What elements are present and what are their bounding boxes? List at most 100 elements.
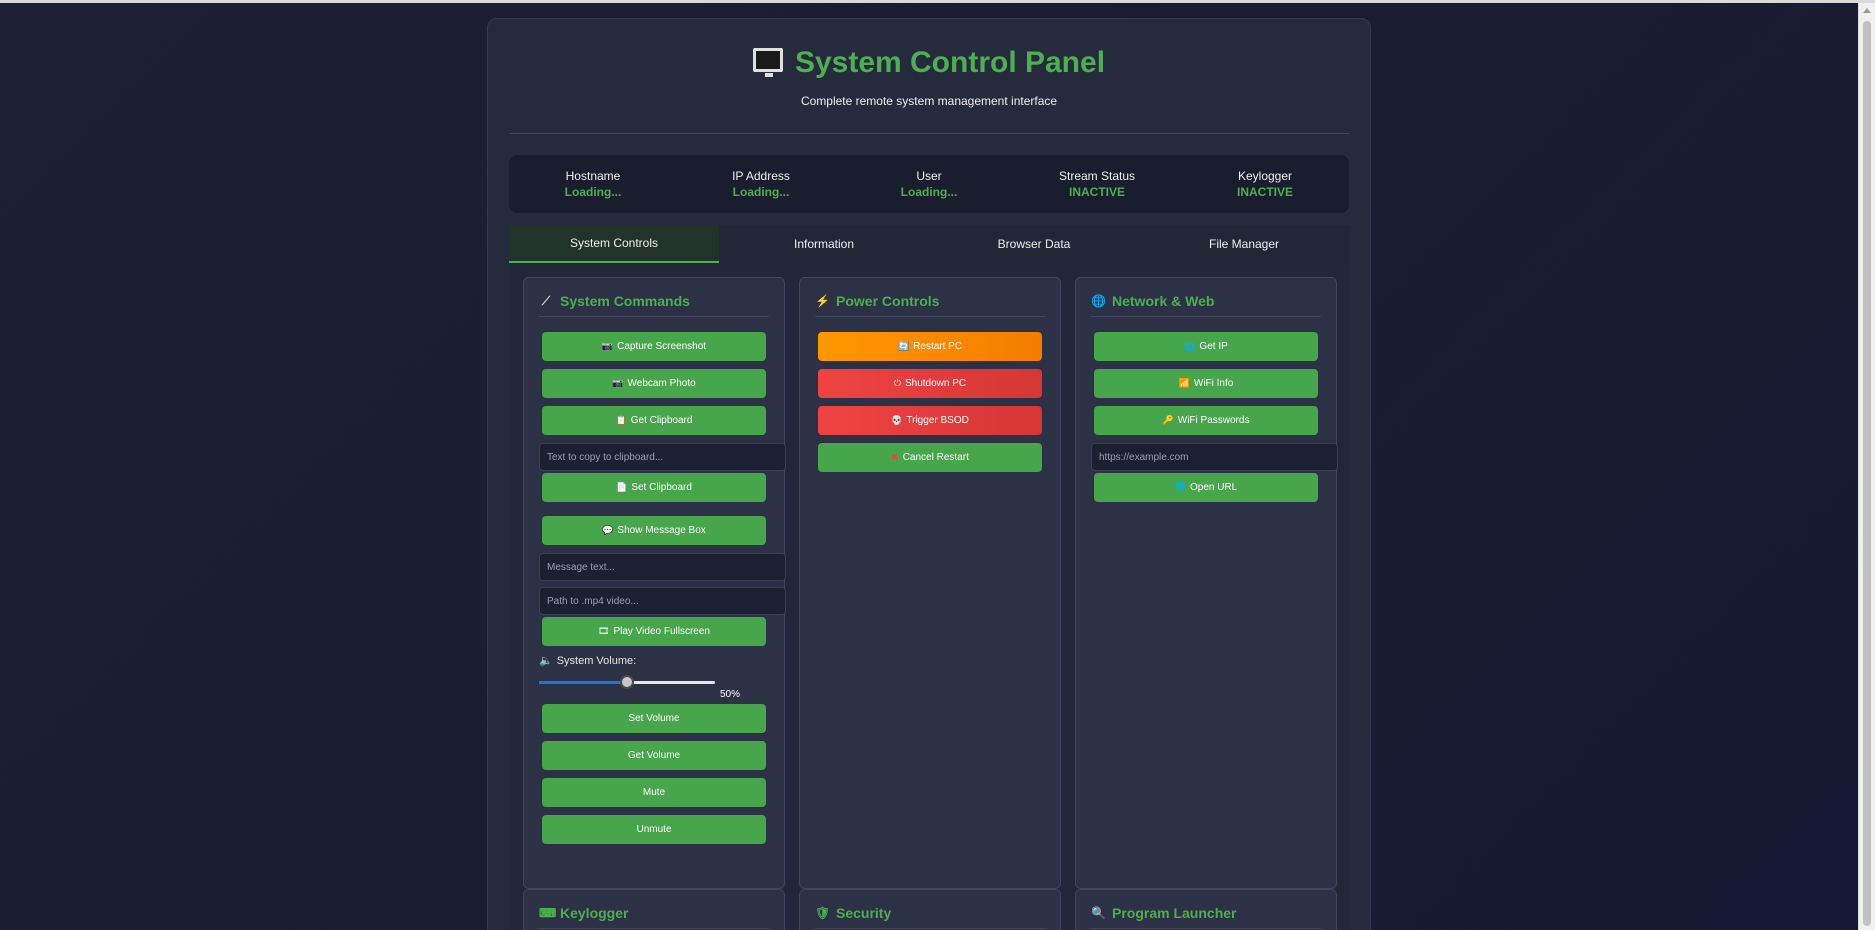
button-label: Capture Screenshot — [617, 341, 707, 352]
tab-browser-data[interactable]: Browser Data — [929, 225, 1139, 263]
status-label: Stream Status — [1058, 169, 1136, 183]
capture-screenshot-button[interactable]: 📷 Capture Screenshot — [542, 332, 766, 361]
status-label: User — [916, 169, 942, 183]
card-title-text: Program Launcher — [1112, 905, 1237, 921]
document-icon: 📄 — [616, 482, 628, 492]
set-clipboard-button[interactable]: 📄 Set Clipboard — [542, 473, 766, 502]
play-video-button[interactable]: 🎞 Play Video Fullscreen — [542, 617, 766, 646]
security-card: 🛡 Security — [799, 889, 1061, 930]
button-label: Set Clipboard — [631, 482, 692, 493]
globe-icon: 🌐 — [1174, 482, 1186, 492]
keylogger-title: ⌨ Keylogger — [539, 890, 769, 929]
globe-icon: 🌐 — [1184, 341, 1196, 351]
show-message-box-button[interactable]: 💬 Show Message Box — [542, 516, 766, 545]
power-controls-card: ⚡ Power Controls 🔄 Restart PC ⏻ Shutdown P… — [799, 277, 1061, 889]
power-controls-title: ⚡ Power Controls — [815, 278, 1045, 317]
button-label: Restart PC — [913, 341, 963, 352]
volume-slider-fill — [539, 681, 627, 684]
button-label: Open URL — [1189, 482, 1238, 493]
scroll-up-arrow-icon[interactable] — [1863, 8, 1871, 13]
status-value: Loading... — [732, 185, 790, 199]
page-subtitle: Complete remote system management interf… — [800, 94, 1058, 108]
signal-icon: 📶 — [1178, 378, 1190, 388]
tab-bar: System Controls Information Browser Data… — [509, 225, 1349, 263]
browser-top-strip — [0, 0, 1875, 3]
system-commands-title: ⟋ System Commands — [539, 278, 769, 317]
network-web-card: 🌐 Network & Web 🌐 Get IP 📶 WiFi Info 🔑 WiFi… — [1075, 277, 1338, 889]
status-value: Loading... — [900, 185, 958, 199]
card-title-text: Security — [836, 905, 892, 921]
button-label: Play Video Fullscreen — [613, 626, 710, 637]
film-icon: 🎞 — [598, 626, 610, 636]
volume-slider-handle[interactable] — [620, 675, 634, 689]
status-ip-address: IP Address Loading... — [679, 169, 843, 199]
get-ip-button[interactable]: 🌐 Get IP — [1094, 332, 1318, 361]
scrollbar-thumb[interactable] — [1863, 21, 1871, 926]
monitor-icon — [752, 48, 783, 77]
status-stream: Stream Status INACTIVE — [1015, 169, 1179, 199]
button-label: WiFi Passwords — [1177, 415, 1250, 426]
skull-icon: 💀 — [891, 415, 903, 425]
volume-label: 🔈 System Volume: — [539, 654, 769, 668]
button-label: WiFi Info — [1193, 378, 1234, 389]
card-title-text: Network & Web — [1112, 293, 1215, 309]
status-bar: Hostname Loading... IP Address Loading..… — [509, 155, 1349, 213]
wifi-info-button[interactable]: 📶 WiFi Info — [1094, 369, 1318, 398]
set-volume-button[interactable]: Set Volume — [542, 704, 766, 733]
trigger-bsod-button[interactable]: 💀 Trigger BSOD — [818, 406, 1042, 435]
cross-icon: ✖ — [891, 452, 899, 462]
program-launcher-title: 🔍 Program Launcher — [1091, 890, 1321, 929]
page-title: System Control Panel — [752, 46, 1105, 80]
keylogger-card: ⌨ Keylogger — [523, 889, 785, 930]
lightning-icon: ⚡ — [815, 294, 830, 308]
camera-icon: 📷 — [601, 341, 614, 351]
clipboard-text-input[interactable]: Text to copy to clipboard... — [539, 443, 786, 471]
unmute-button[interactable]: Unmute — [542, 815, 766, 844]
button-label: Webcam Photo — [627, 378, 696, 389]
cancel-restart-button[interactable]: ✖ Cancel Restart — [818, 443, 1042, 472]
power-icon: ⏻ — [893, 378, 901, 388]
tab-file-manager[interactable]: File Manager — [1139, 225, 1349, 263]
network-web-title: 🌐 Network & Web — [1091, 278, 1321, 317]
globe-icon: 🌐 — [1091, 294, 1106, 308]
button-label: Cancel Restart — [902, 452, 969, 463]
get-volume-button[interactable]: Get Volume — [542, 741, 766, 770]
control-panel: System Control Panel Complete remote sys… — [487, 18, 1371, 930]
open-url-button[interactable]: 🌐 Open URL — [1094, 473, 1318, 502]
wifi-passwords-button[interactable]: 🔑 WiFi Passwords — [1094, 406, 1318, 435]
volume-slider[interactable] — [539, 675, 715, 689]
status-value: INACTIVE — [1068, 185, 1125, 199]
message-icon: 💬 — [602, 525, 614, 535]
get-clipboard-button[interactable]: 📋 Get Clipboard — [542, 406, 766, 435]
status-value: Loading... — [564, 185, 622, 199]
message-text-input[interactable]: Message text... — [539, 553, 786, 581]
system-commands-card: ⟋ System Commands 📷 Capture Screenshot 📷 W… — [523, 277, 786, 889]
button-label: Get IP — [1199, 341, 1228, 352]
card-title-text: System Commands — [560, 293, 690, 309]
tab-system-controls[interactable]: System Controls — [509, 225, 719, 263]
program-launcher-card: 🔍 Program Launcher — [1075, 889, 1337, 930]
camera-icon: 📷 — [612, 378, 624, 388]
clipboard-icon: 📋 — [615, 415, 627, 425]
volume-label-text: System Volume: — [556, 654, 637, 667]
video-path-input[interactable]: Path to .mp4 video... — [539, 587, 786, 615]
mute-button[interactable]: Mute — [542, 778, 766, 807]
button-label: Shutdown PC — [904, 378, 967, 389]
restart-pc-button[interactable]: 🔄 Restart PC — [818, 332, 1042, 361]
restart-icon: 🔄 — [897, 341, 910, 351]
url-input[interactable]: https://example.com — [1091, 443, 1338, 471]
card-title-text: Power Controls — [836, 293, 940, 309]
wand-icon: ⟋ — [541, 293, 551, 308]
status-keylogger: Keylogger INACTIVE — [1183, 169, 1347, 199]
webcam-photo-button[interactable]: 📷 Webcam Photo — [542, 369, 766, 398]
shutdown-pc-button[interactable]: ⏻ Shutdown PC — [818, 369, 1042, 398]
panel-header: System Control Panel Complete remote sys… — [488, 19, 1370, 108]
status-label: Keylogger — [1237, 169, 1293, 183]
tab-information[interactable]: Information — [719, 225, 929, 263]
status-label: Hostname — [565, 169, 621, 183]
page-scrollbar[interactable] — [1858, 3, 1875, 930]
status-label: IP Address — [732, 169, 790, 183]
button-label: Show Message Box — [617, 525, 706, 536]
key-icon: 🔑 — [1162, 415, 1174, 425]
card-title-text: Keylogger — [560, 905, 629, 921]
